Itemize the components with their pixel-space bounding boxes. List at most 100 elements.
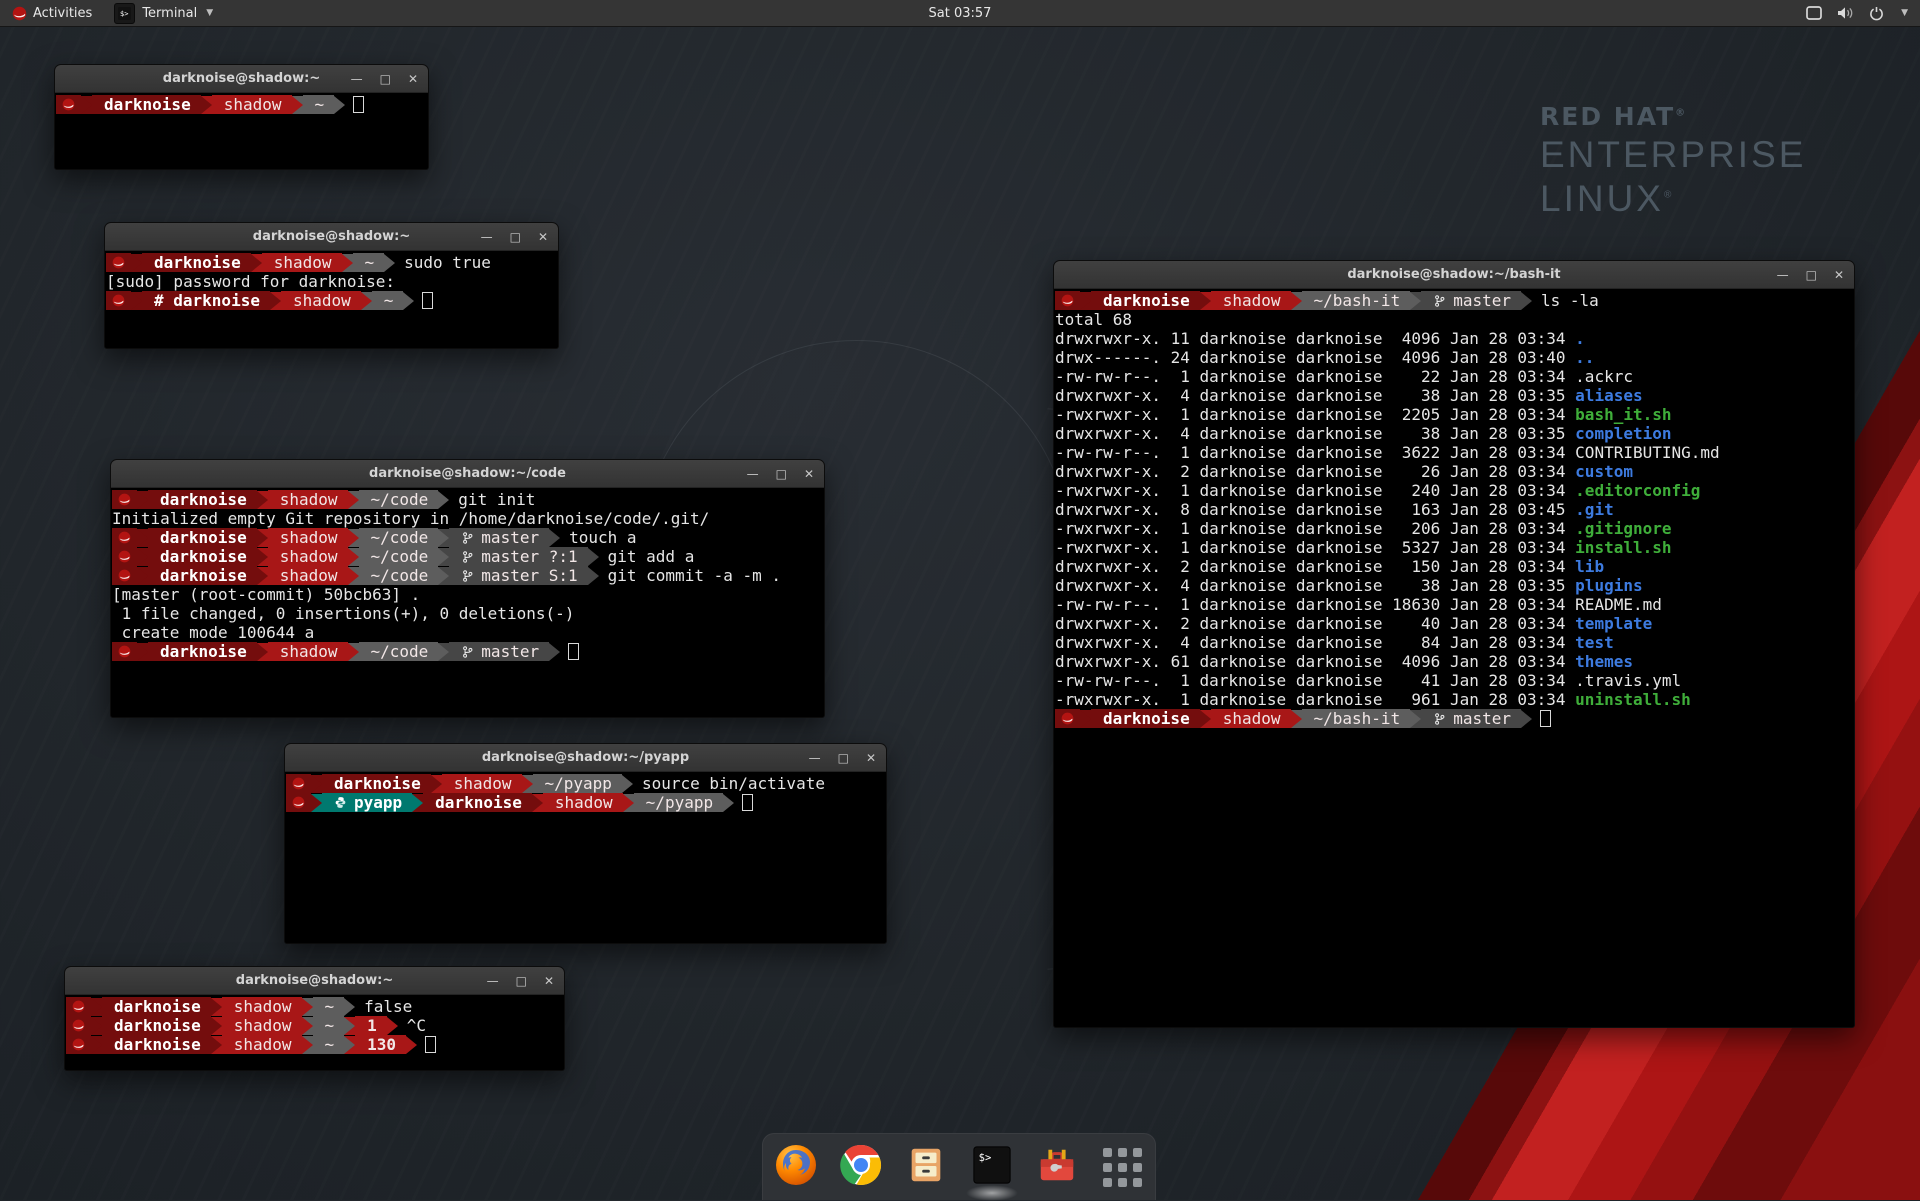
git-branch-icon [461, 645, 474, 659]
powerline-separator [81, 96, 92, 114]
window-titlebar[interactable]: darknoise@shadow:~/code—□✕ [111, 460, 824, 488]
terminal-prompt-line: darknoiseshadow~/codemaster ?:1git add a [112, 547, 824, 566]
file-list-row: -rwxrwxr-x. 1 darknoise darknoise 5327 J… [1055, 538, 1854, 557]
redhat-fedora-icon [118, 569, 131, 582]
terminal-content[interactable]: darknoiseshadow~sudo true[sudo] password… [105, 251, 558, 348]
file-attributes: -rwxrwxr-x. 1 darknoise darknoise 206 Ja… [1055, 519, 1575, 538]
app-menu-label: Terminal [142, 6, 197, 21]
maximize-button[interactable]: □ [776, 468, 787, 480]
powerline-separator [251, 254, 262, 272]
terminal-content[interactable]: darknoiseshadow~/pyappsource bin/activat… [285, 772, 886, 943]
prompt-segment-path: ~/bash-it [1302, 709, 1411, 728]
dock-item-chrome[interactable] [838, 1144, 883, 1190]
powerline-separator [137, 643, 148, 661]
app-menu-terminal[interactable]: $> Terminal ▼ [104, 0, 223, 26]
prompt-segment-user: darknoise [1091, 291, 1200, 310]
powerline-separator [361, 292, 372, 310]
prompt-segment-label: darknoise [160, 642, 247, 661]
file-list-row: -rwxrwxr-x. 1 darknoise darknoise 961 Ja… [1055, 690, 1854, 709]
dock-item-terminal[interactable]: $> [969, 1144, 1014, 1190]
powerline-separator [348, 643, 359, 661]
file-list-row: -rw-rw-r--. 1 darknoise darknoise 3622 J… [1055, 443, 1854, 462]
terminal-output-line: Initialized empty Git repository in /hom… [112, 509, 824, 528]
close-button[interactable]: ✕ [538, 231, 548, 243]
prompt-segment-user: darknoise [102, 1035, 211, 1054]
chrome-icon [839, 1143, 883, 1191]
output-text: 1 file changed, 0 insertions(+), 0 delet… [112, 604, 574, 623]
maximize-button[interactable]: □ [516, 975, 527, 987]
prompt-segment-path: ~ [303, 95, 335, 114]
terminal-window-terminal-exitcodes: darknoise@shadow:~—□✕darknoiseshadow~fal… [64, 966, 565, 1071]
prompt-segment-label: darknoise [160, 566, 247, 585]
maximize-button[interactable]: □ [510, 231, 521, 243]
prompt-segment-label: shadow [1223, 291, 1281, 310]
minimize-button[interactable]: — [351, 73, 363, 85]
window-controls: — □ ✕ [747, 460, 814, 487]
prompt-segment-user: darknoise [148, 528, 257, 547]
minimize-button[interactable]: — [1777, 269, 1789, 281]
dock-item-firefox[interactable] [773, 1144, 818, 1190]
prompt-segment-label: ~ [325, 1035, 335, 1054]
prompt-segment-host: shadow [442, 774, 522, 793]
prompt-segment-host: shadow [1211, 709, 1291, 728]
close-button[interactable]: ✕ [804, 468, 814, 480]
prompt-segment-user: darknoise [423, 793, 532, 812]
clock[interactable]: Sat 03:57 [929, 6, 992, 21]
prompt-segment-user: # darknoise [142, 291, 270, 310]
minimize-button[interactable]: — [487, 975, 499, 987]
window-titlebar[interactable]: darknoise@shadow:~—□✕ [55, 65, 428, 93]
prompt-segment-label: ~ [384, 291, 394, 310]
minimize-button[interactable]: — [809, 752, 821, 764]
terminal-content[interactable]: darknoiseshadow~/bash-itmasterls -latota… [1054, 289, 1854, 1027]
close-button[interactable]: ✕ [408, 73, 418, 85]
file-name: install.sh [1575, 538, 1671, 557]
file-name: . [1575, 329, 1585, 348]
window-title: darknoise@shadow:~/bash-it [1347, 267, 1560, 282]
window-titlebar[interactable]: darknoise@shadow:~ — □ ✕ [105, 223, 558, 251]
prompt-segment-label: pyapp [354, 793, 402, 812]
powerline-separator [623, 794, 634, 812]
terminal-output-line: total 68 [1055, 310, 1854, 329]
prompt-segment-branch: master S:1 [449, 566, 587, 585]
prompt-segment-hat [56, 95, 81, 114]
terminal-output-line: [sudo] password for darknoise: [106, 272, 558, 291]
redhat-fedora-icon [1061, 712, 1074, 725]
powerline-separator [131, 254, 142, 272]
activities-button[interactable]: Activities [0, 0, 104, 26]
maximize-button[interactable]: □ [838, 752, 849, 764]
window-titlebar[interactable]: darknoise@shadow:~/pyapp—□✕ [285, 744, 886, 772]
maximize-button[interactable]: □ [1806, 269, 1817, 281]
terminal-window-terminal-pyapp: darknoise@shadow:~/pyapp—□✕darknoiseshad… [284, 743, 887, 944]
dash-dock: $> [762, 1133, 1156, 1200]
close-button[interactable]: ✕ [866, 752, 876, 764]
system-status-area[interactable]: ▼ [1806, 0, 1920, 26]
close-button[interactable]: ✕ [544, 975, 554, 987]
file-list-row: drwxrwxr-x. 2 darknoise darknoise 26 Jan… [1055, 462, 1854, 481]
window-title: darknoise@shadow:~ [253, 229, 410, 244]
close-button[interactable]: ✕ [1834, 269, 1844, 281]
powerline-separator [1291, 710, 1302, 728]
dock-item-files[interactable] [904, 1144, 949, 1190]
redhat-fedora-icon [118, 645, 131, 658]
dock-item-app-grid[interactable] [1100, 1144, 1145, 1190]
window-titlebar[interactable]: darknoise@shadow:~—□✕ [65, 967, 564, 995]
prompt-segment-label: master [1453, 291, 1511, 310]
prompt-segment-venv: pyapp [322, 793, 412, 812]
terminal-content[interactable]: darknoiseshadow~falsedarknoiseshadow~1^C… [65, 995, 564, 1070]
prompt-segment-label: darknoise [154, 253, 241, 272]
powerline-separator [342, 254, 353, 272]
terminal-prompt-line: darknoiseshadow~/codemaster [112, 642, 824, 661]
minimize-button[interactable]: — [747, 468, 759, 480]
files-icon [905, 1144, 947, 1190]
command-text: git add a [599, 547, 695, 566]
minimize-button[interactable]: — [481, 231, 493, 243]
prompt-segment-branch: master [1421, 709, 1521, 728]
window-titlebar[interactable]: darknoise@shadow:~/bash-it — □ ✕ [1054, 261, 1854, 289]
terminal-content[interactable]: darknoiseshadow~ [55, 93, 428, 169]
terminal-content[interactable]: darknoiseshadow~/codegit initInitialized… [111, 488, 824, 717]
dock-item-toolbox[interactable] [1034, 1144, 1079, 1190]
window-controls: — □ ✕ [487, 967, 554, 994]
maximize-button[interactable]: □ [380, 73, 391, 85]
powerline-separator [292, 96, 303, 114]
file-name: .gitignore [1575, 519, 1671, 538]
